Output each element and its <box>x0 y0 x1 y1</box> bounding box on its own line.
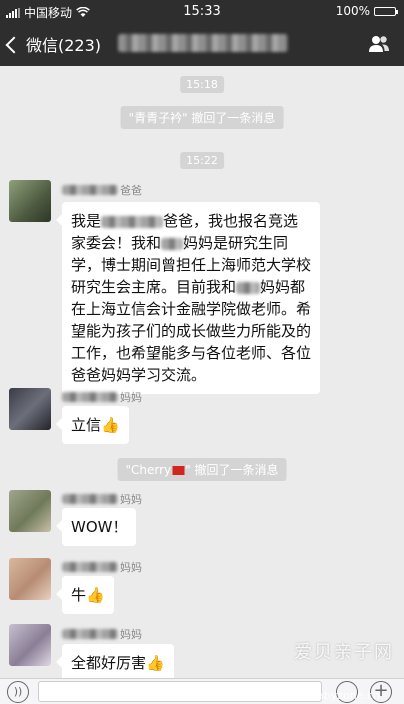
message-text: 立信 <box>71 416 102 434</box>
sender-name-redacted <box>62 629 118 639</box>
status-right: 100% <box>335 4 398 18</box>
redacted-text <box>161 237 184 250</box>
recall-notice: "青青子衿" 撤回了一条消息 <box>120 106 284 129</box>
message-text: 我是 <box>71 212 102 230</box>
battery-percent: 100% <box>335 4 370 18</box>
avatar[interactable] <box>9 558 51 600</box>
sender-name: 妈妈 <box>62 389 142 405</box>
avatar[interactable] <box>9 388 51 430</box>
sender-name-redacted <box>62 562 118 572</box>
message-bubble[interactable]: 立信👍 <box>56 406 129 444</box>
message-bubble[interactable]: WOW！ <box>55 508 137 546</box>
people-icon[interactable] <box>368 34 390 54</box>
thumbs-up-icon: 👍 <box>101 416 120 434</box>
message-bubble[interactable]: 我是 爸爸，我也报名竞选家委会！我和 妈妈是研究生同学，博士期间曾担任上海师范大学校… <box>56 202 320 394</box>
input-bar: )) + www.ibabyzone.cn <box>0 678 404 704</box>
status-bar: 中国移动 15:33 100% <box>0 0 404 22</box>
flag-emoji-icon <box>172 466 185 475</box>
back-label: 微信(223) <box>26 36 102 55</box>
sender-name: 妈妈 <box>62 491 142 507</box>
recall-notice: "Cherry " 撤回了一条消息 <box>117 458 287 481</box>
back-button[interactable]: 微信(223) <box>5 32 102 56</box>
battery-icon <box>374 6 398 16</box>
sender-name-redacted <box>62 494 118 504</box>
sender-name-suffix: 爸爸 <box>120 184 142 197</box>
message-text: 牛 <box>71 586 87 604</box>
avatar[interactable] <box>9 624 51 666</box>
sender-name: 妈妈 <box>62 626 142 642</box>
avatar[interactable] <box>9 490 51 532</box>
chevron-left-icon <box>5 36 23 53</box>
redacted-text <box>101 215 164 228</box>
timestamp: 15:22 <box>180 152 224 169</box>
message-text: 全都好厉害 <box>71 654 147 672</box>
chat-header: 微信(223) <box>0 22 404 66</box>
sender-name-redacted <box>62 185 118 195</box>
message-text: WOW！ <box>71 518 128 536</box>
sender-name-redacted <box>62 392 118 402</box>
voice-icon[interactable]: )) <box>7 681 29 703</box>
sender-name: 爸爸 <box>62 182 142 198</box>
sender-name-suffix: 妈妈 <box>120 391 142 404</box>
message-bubble[interactable]: 牛👍 <box>56 576 114 614</box>
recall-name: "Cherry <box>125 463 172 477</box>
chat-title-redacted <box>118 34 288 52</box>
avatar[interactable] <box>9 180 51 222</box>
thumbs-up-icon: 👍 <box>146 654 165 672</box>
watermark-logo: 爱贝亲子网 <box>294 642 394 663</box>
message-bubble[interactable]: 全都好厉害👍 <box>56 644 174 682</box>
recall-text: " 撤回了一条消息 <box>185 463 279 477</box>
sender-name: 妈妈 <box>62 559 142 575</box>
watermark-url: www.ibabyzone.cn <box>277 689 380 702</box>
sender-name-suffix: 妈妈 <box>120 493 142 506</box>
timestamp: 15:18 <box>180 76 224 93</box>
sender-name-suffix: 妈妈 <box>120 561 142 574</box>
redacted-text <box>236 281 261 294</box>
chat-area[interactable]: 15:18 "青青子衿" 撤回了一条消息 15:22 爸爸 我是 爸爸，我也报名竞… <box>0 66 404 682</box>
sender-name-suffix: 妈妈 <box>120 628 142 641</box>
thumbs-up-icon: 👍 <box>86 586 105 604</box>
